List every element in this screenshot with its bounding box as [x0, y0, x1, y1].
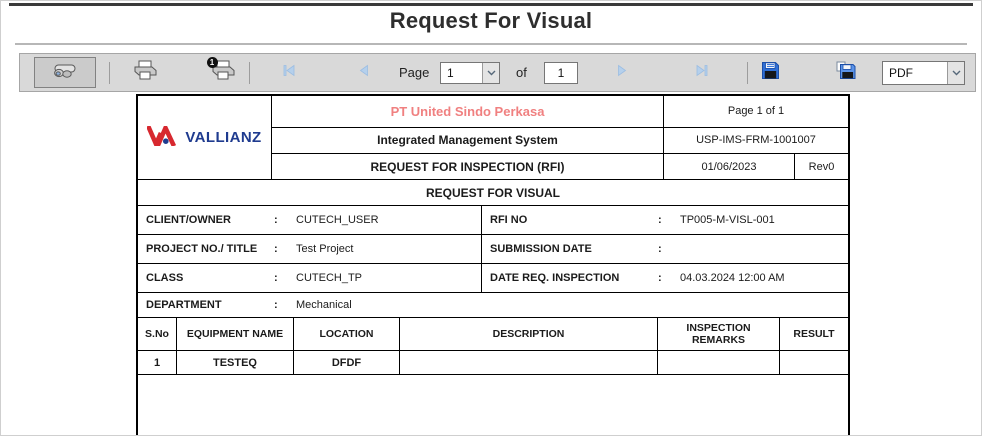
- total-pages-field[interactable]: [544, 62, 578, 84]
- report-empty-area: [138, 375, 848, 436]
- field-value: Test Project: [296, 243, 353, 255]
- save-button[interactable]: [756, 60, 784, 86]
- field-label: RFI NO: [490, 214, 658, 226]
- client-owner-field: CLIENT/OWNER : CUTECH_USER: [138, 206, 482, 234]
- info-row: CLASS : CUTECH_TP DATE REQ. INSPECTION :…: [138, 264, 848, 293]
- printer-with-1-badge-icon: 1: [211, 60, 236, 86]
- field-label: DEPARTMENT: [146, 299, 274, 311]
- info-row: PROJECT NO./ TITLE : Test Project SUBMIS…: [138, 235, 848, 264]
- company-logo: VALLIANZ: [138, 96, 272, 179]
- department-field: DEPARTMENT : Mechanical: [138, 293, 848, 318]
- chevron-down-icon: [947, 62, 964, 84]
- info-row: CLIENT/OWNER : CUTECH_USER RFI NO : TP00…: [138, 206, 848, 235]
- export-format-value: PDF: [883, 62, 947, 84]
- form-date: 01/06/2023: [664, 154, 795, 179]
- data-cell: [780, 351, 848, 374]
- header-cell: EQUIPMENT NAME: [177, 318, 294, 350]
- binoculars-search-icon: [52, 62, 78, 84]
- colon: :: [658, 214, 680, 226]
- rfi-no-field: RFI NO : TP005-M-VISL-001: [482, 206, 848, 234]
- print-current-page-button[interactable]: 1: [196, 58, 250, 88]
- next-page-button[interactable]: [596, 60, 648, 86]
- submission-date-field: SUBMISSION DATE :: [482, 235, 848, 263]
- print-page-badge: 1: [207, 57, 218, 68]
- form-number: USP-IMS-FRM-1001007: [664, 128, 848, 155]
- chevron-down-icon: [482, 63, 499, 83]
- last-page-button[interactable]: [676, 60, 728, 86]
- toolbar-separator: [747, 62, 748, 84]
- field-value: 04.03.2024 12:00 AM: [680, 272, 785, 284]
- management-system-title: Integrated Management System: [272, 128, 663, 155]
- field-label: PROJECT NO./ TITLE: [146, 243, 274, 255]
- report-header: VALLIANZ PT United Sindo Perkasa Integra…: [138, 96, 848, 180]
- colon: :: [658, 243, 680, 255]
- last-page-arrow-icon: [695, 64, 709, 82]
- next-page-arrow-icon: [616, 64, 628, 82]
- first-page-arrow-icon: [282, 64, 296, 82]
- field-label: DATE REQ. INSPECTION: [490, 272, 658, 284]
- field-value: CUTECH_USER: [296, 214, 379, 226]
- page-select-value: 1: [441, 63, 482, 83]
- of-label: of: [516, 54, 527, 91]
- equipment-table-header: S.No EQUIPMENT NAME LOCATION DESCRIPTION…: [138, 318, 848, 351]
- data-cell: DFDF: [294, 351, 400, 374]
- header-middle-column: PT United Sindo Perkasa Integrated Manag…: [272, 96, 664, 179]
- field-value: TP005-M-VISL-001: [680, 214, 775, 226]
- project-field: PROJECT NO./ TITLE : Test Project: [138, 235, 482, 263]
- printer-icon: [133, 60, 158, 86]
- page-select[interactable]: 1: [440, 62, 500, 84]
- form-title: REQUEST FOR INSPECTION (RFI): [272, 154, 663, 179]
- data-cell: 1: [138, 351, 177, 374]
- floppy-disk-save-icon: [761, 61, 780, 85]
- search-button[interactable]: [34, 57, 96, 88]
- section-title: REQUEST FOR VISUAL: [138, 180, 848, 206]
- page-title: Request For Visual: [1, 8, 981, 34]
- export-button[interactable]: [832, 60, 860, 86]
- data-cell: [400, 351, 658, 374]
- toolbar-separator: [249, 62, 250, 84]
- report-viewer-window: Request For Visual: [0, 0, 982, 436]
- top-divider: [9, 3, 973, 6]
- header-cell: INSPECTION REMARKS: [658, 318, 780, 350]
- vallianz-logo-mark-icon: [147, 126, 181, 149]
- date-rev-row: 01/06/2023 Rev0: [664, 154, 848, 179]
- logo-wordmark: VALLIANZ: [185, 129, 261, 146]
- colon: :: [658, 272, 680, 284]
- header-cell: DESCRIPTION: [400, 318, 658, 350]
- field-label: SUBMISSION DATE: [490, 243, 658, 255]
- floppy-disk-export-icon: [836, 61, 856, 85]
- page-info: Page 1 of 1: [664, 96, 848, 128]
- first-page-button[interactable]: [263, 60, 315, 86]
- colon: :: [274, 243, 296, 255]
- company-name: PT United Sindo Perkasa: [272, 96, 663, 128]
- export-format-select[interactable]: PDF: [882, 61, 965, 85]
- previous-page-arrow-icon: [358, 64, 370, 82]
- field-value: Mechanical: [296, 299, 352, 311]
- data-cell: [658, 351, 780, 374]
- previous-page-button[interactable]: [338, 60, 390, 86]
- equipment-table-row: 1 TESTEQ DFDF: [138, 351, 848, 375]
- report-toolbar: 1 Page 1 of: [19, 53, 976, 92]
- data-cell: TESTEQ: [177, 351, 294, 374]
- header-cell: LOCATION: [294, 318, 400, 350]
- form-revision: Rev0: [795, 154, 848, 179]
- colon: :: [274, 299, 296, 311]
- print-button[interactable]: [118, 58, 172, 88]
- header-cell: S.No: [138, 318, 177, 350]
- colon: :: [274, 272, 296, 284]
- header-right-column: Page 1 of 1 USP-IMS-FRM-1001007 01/06/20…: [664, 96, 848, 179]
- toolbar-separator: [109, 62, 110, 84]
- date-req-inspection-field: DATE REQ. INSPECTION : 04.03.2024 12:00 …: [482, 264, 848, 292]
- colon: :: [274, 214, 296, 226]
- page-label: Page: [399, 54, 429, 91]
- report-document: VALLIANZ PT United Sindo Perkasa Integra…: [136, 94, 850, 436]
- class-field: CLASS : CUTECH_TP: [138, 264, 482, 292]
- field-label: CLASS: [146, 272, 274, 284]
- field-label: CLIENT/OWNER: [146, 214, 274, 226]
- header-cell: RESULT: [780, 318, 848, 350]
- field-value: CUTECH_TP: [296, 272, 362, 284]
- title-divider: [15, 43, 967, 45]
